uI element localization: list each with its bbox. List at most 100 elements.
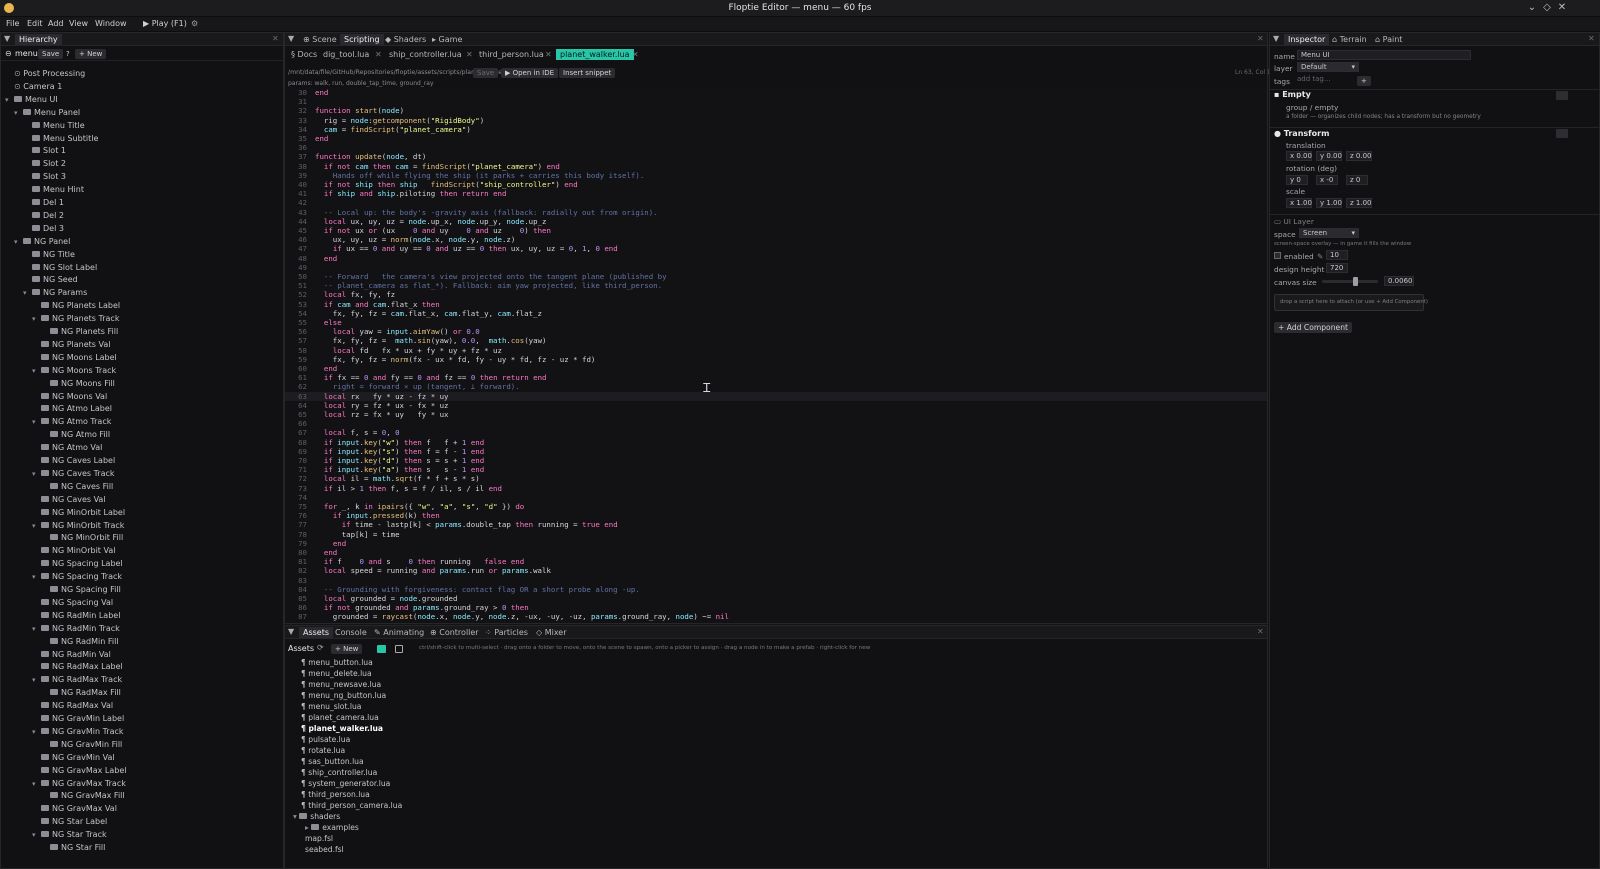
tab-inspector[interactable]: Inspector: [1284, 34, 1330, 45]
tab-scene[interactable]: ⊕ Scene: [299, 34, 341, 45]
asset-folder[interactable]: ▸ examples: [285, 822, 359, 833]
tree-node[interactable]: NG Title: [1, 248, 283, 261]
tree-node[interactable]: NG Planets Val: [1, 338, 283, 351]
asset-item[interactable]: ¶ menu_delete.lua: [285, 668, 372, 679]
code-line[interactable]: 32 function start(node): [285, 106, 404, 115]
tree-node[interactable]: NG Spacing Val: [1, 596, 283, 609]
code-line[interactable]: 58 local fd fx * ux + fy * uy + fz * uz: [285, 346, 502, 355]
code-line[interactable]: 46 ux, uy, uz = norm(node.x, node.y, nod…: [285, 235, 515, 244]
code-line[interactable]: 56 local yaw = input.aimYaw() or 0.0: [285, 327, 480, 336]
code-line[interactable]: 34 cam = findScript("planet_camera"): [285, 125, 471, 134]
collapse-icon[interactable]: ▼: [288, 34, 294, 43]
tree-node[interactable]: NG Planets Fill: [1, 325, 283, 338]
file-tab-ship-controller[interactable]: ship_controller.lua: [385, 49, 466, 60]
code-line[interactable]: 76 if input.pressed(k) then: [285, 511, 440, 520]
tree-node[interactable]: NG Spacing Label: [1, 557, 283, 570]
code-line[interactable]: 39 Hands off while flying the ship (it p…: [285, 171, 644, 180]
asset-item[interactable]: ¶ menu_ng_button.lua: [285, 690, 386, 701]
translation-z-field[interactable]: z 0.00: [1346, 151, 1372, 161]
tab-controller[interactable]: ⊕ Controller: [426, 627, 483, 638]
drop-script-zone[interactable]: drop a script here to attach (or use + A…: [1274, 294, 1428, 311]
file-tab-third-person[interactable]: third_person.lua: [475, 49, 548, 60]
panel-close-icon[interactable]: ✕: [1257, 34, 1264, 43]
file-tab-close-icon[interactable]: ✕: [541, 49, 556, 60]
tree-node[interactable]: NG RadMax Val: [1, 699, 283, 712]
tree-node[interactable]: Menu Title: [1, 119, 283, 132]
tree-node[interactable]: NG MinOrbit Fill: [1, 531, 283, 544]
code-line[interactable]: 43 -- Local up: the body's -gravity axis…: [285, 208, 658, 217]
code-line[interactable]: 55 else: [285, 318, 342, 327]
tree-node[interactable]: NG MinOrbit Val: [1, 544, 283, 557]
tree-node[interactable]: NG Moons Fill: [1, 377, 283, 390]
tab-game[interactable]: ▸ Game: [428, 34, 466, 45]
tree-node[interactable]: NG Atmo Label: [1, 402, 283, 415]
tree-node[interactable]: ▾ NG Params: [1, 286, 283, 299]
rotation-z-field[interactable]: z 0: [1346, 175, 1368, 185]
tree-node[interactable]: NG GravMax Val: [1, 802, 283, 815]
panel-close-icon[interactable]: ✕: [272, 34, 279, 43]
asset-item[interactable]: ¶ third_person.lua: [285, 789, 370, 800]
code-line[interactable]: 63 local rx fy * uz - fz * uy: [285, 391, 1267, 401]
enabled-checkbox[interactable]: [1274, 252, 1281, 259]
code-line[interactable]: 73 if il > 1 then f, s = f / il, s / il …: [285, 484, 502, 493]
component-menu-icon[interactable]: [1556, 129, 1568, 138]
tree-node[interactable]: ⊙ Camera 1: [1, 80, 283, 93]
tab-scripting[interactable]: Scripting: [340, 34, 384, 45]
code-line[interactable]: 68 if input.key("w") then f f + 1 end: [285, 438, 484, 447]
save-script-button[interactable]: Save: [473, 68, 499, 78]
space-select[interactable]: Screen ▾: [1299, 228, 1359, 238]
code-line[interactable]: 53 if cam and cam.flat_x then: [285, 300, 440, 309]
code-line[interactable]: 50 -- Forward the camera's view projecte…: [285, 272, 666, 281]
asset-item[interactable]: ¶ ship_controller.lua: [285, 767, 377, 778]
code-line[interactable]: 37 function update(node, dt): [285, 152, 426, 161]
asset-item[interactable]: seabed.fsl: [285, 844, 344, 855]
code-line[interactable]: 64 local ry = fz * ux - fx * uz: [285, 401, 448, 410]
code-line[interactable]: 71 if input.key("a") then s s - 1 end: [285, 465, 484, 474]
code-line[interactable]: 59 fx, fy, fz = norm(fx - ux * fd, fy - …: [285, 355, 595, 364]
menu-file[interactable]: File: [6, 19, 19, 28]
edit-pencil-icon[interactable]: ✎: [1317, 252, 1323, 261]
tree-node[interactable]: Slot 2: [1, 157, 283, 170]
collapse-icon[interactable]: ▼: [288, 627, 294, 636]
minimize-icon[interactable]: ⌄: [1526, 2, 1538, 14]
code-line[interactable]: 44 local ux, uy, uz = node.up_x, node.up…: [285, 217, 546, 226]
add-component-button[interactable]: + Add Component: [1274, 322, 1352, 333]
slider-handle[interactable]: [1352, 277, 1358, 286]
rotation-y-field[interactable]: y 0: [1286, 175, 1308, 185]
tree-node[interactable]: NG Atmo Val: [1, 441, 283, 454]
tree-node[interactable]: ▾ NG Spacing Track: [1, 570, 283, 583]
tree-node[interactable]: ▾ NG Moons Track: [1, 364, 283, 377]
add-tag-button[interactable]: +: [1357, 76, 1371, 86]
asset-folder[interactable]: ▾ shaders: [285, 811, 340, 822]
tree-node[interactable]: ⊙ Post Processing: [1, 67, 283, 80]
settings-gear-icon[interactable]: ⚙: [191, 19, 198, 28]
asset-item[interactable]: ¶ menu_newsave.lua: [285, 679, 381, 690]
code-line[interactable]: 78 tap[k] = time: [285, 530, 399, 539]
tree-node[interactable]: Del 3: [1, 222, 283, 235]
tree-node[interactable]: NG GravMax Fill: [1, 789, 283, 802]
code-line[interactable]: 69 if input.key("s") then f = f - 1 end: [285, 447, 484, 456]
code-line[interactable]: 65 local rz = fx * uy fy * ux: [285, 410, 448, 419]
rotation-x-field[interactable]: x -0: [1316, 175, 1338, 185]
asset-item[interactable]: ¶ third_person_camera.lua: [285, 800, 402, 811]
file-tab-docs[interactable]: § Docs: [287, 49, 321, 60]
tab-particles[interactable]: ⁘ Particles: [481, 627, 532, 638]
code-line[interactable]: 45 if not ux or (ux 0 and uy 0 and uz 0)…: [285, 226, 551, 235]
code-line[interactable]: 85 local grounded = node.grounded: [285, 594, 457, 603]
tab-paint[interactable]: ⌂ Paint: [1371, 34, 1406, 45]
asset-item[interactable]: map.fsl: [285, 833, 333, 844]
tree-node[interactable]: NG GravMin Val: [1, 751, 283, 764]
code-line[interactable]: 49: [285, 263, 315, 272]
code-line[interactable]: 66: [285, 419, 315, 428]
tree-node[interactable]: NG GravMax Label: [1, 764, 283, 777]
tree-node[interactable]: Del 1: [1, 196, 283, 209]
collapse-icon[interactable]: ▼: [1273, 34, 1279, 43]
file-tab-dig-tool[interactable]: dig_tool.lua: [319, 49, 373, 60]
tree-node[interactable]: NG Moons Val: [1, 390, 283, 403]
asset-item[interactable]: ¶ menu_button.lua: [285, 657, 373, 668]
tab-terrain[interactable]: ⌂ Terrain: [1328, 34, 1371, 45]
tab-animating[interactable]: ✎ Animating: [370, 627, 428, 638]
tab-hierarchy[interactable]: Hierarchy: [15, 34, 62, 45]
tree-node[interactable]: NG Moons Label: [1, 351, 283, 364]
code-line[interactable]: 61 if fx == 0 and fy == 0 and fz == 0 th…: [285, 373, 546, 382]
